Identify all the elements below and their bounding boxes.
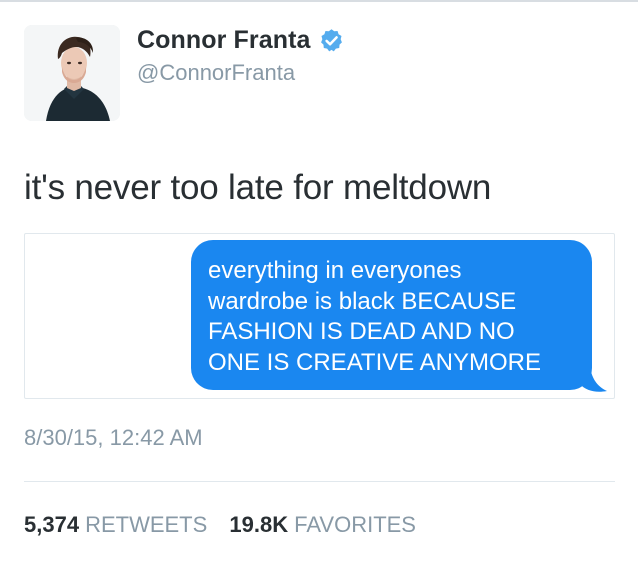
favorites-label: FAVORITES <box>294 512 416 537</box>
message-line: FASHION IS DEAD AND NO <box>208 318 515 345</box>
message-bubble: everything in everyones wardrobe is blac… <box>191 240 592 390</box>
top-divider <box>0 0 638 2</box>
message-line: wardrobe is black BECAUSE <box>208 287 517 315</box>
retweets-count: 5,374 <box>24 512 80 537</box>
favorites-count: 19.8K <box>229 512 289 537</box>
tweet-media-card[interactable]: everything in everyones wardrobe is blac… <box>24 233 615 399</box>
avatar[interactable] <box>24 25 120 121</box>
tweet-stats: 5,374 RETWEETS 19.8K FAVORITES <box>24 512 416 538</box>
user-handle[interactable]: @ConnorFranta <box>137 60 295 86</box>
retweets-stat[interactable]: 5,374 RETWEETS <box>24 512 207 538</box>
tweet-text: it's never too late for meltdown <box>24 168 492 207</box>
name-row: Connor Franta <box>137 26 344 55</box>
tweet-timestamp[interactable]: 8/30/15, 12:42 AM <box>24 425 203 451</box>
retweets-label: RETWEETS <box>85 512 208 537</box>
display-name[interactable]: Connor Franta <box>137 26 311 55</box>
favorites-stat[interactable]: 19.8K FAVORITES <box>229 512 416 538</box>
message-line: ONE IS CREATIVE ANYMORE <box>208 348 541 376</box>
message-line: everything in everyones <box>208 257 462 284</box>
message-bubble-tail <box>580 362 607 392</box>
stats-divider <box>24 481 615 482</box>
verified-badge-icon <box>319 28 344 53</box>
avatar-photo <box>24 25 120 121</box>
